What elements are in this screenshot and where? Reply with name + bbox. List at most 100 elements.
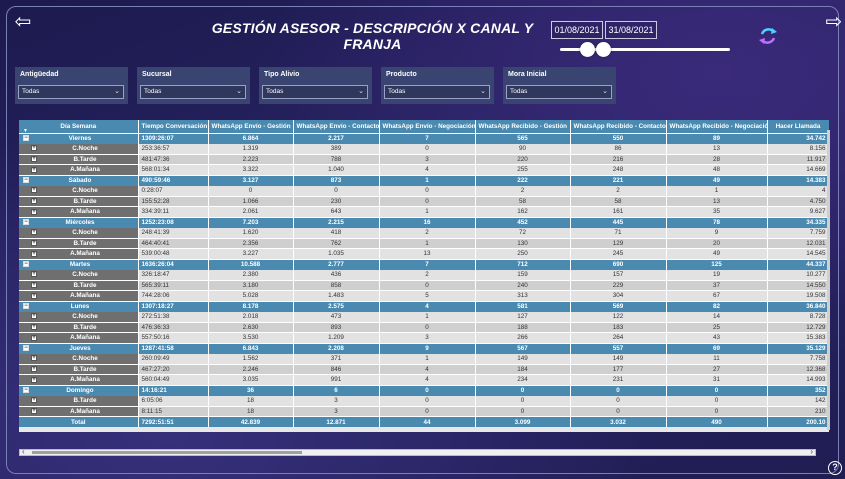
row-label[interactable]: + A.Mañana	[19, 332, 139, 344]
scroll-thumb[interactable]	[32, 451, 302, 454]
table-cell: 2.246	[208, 364, 294, 375]
back-arrow-icon[interactable]: ⇦	[12, 10, 34, 32]
table-cell: 188	[475, 322, 571, 333]
table-row-franja: + B.Tarde 155:52:28 1.066 230 0 58 58 13 4.750	[19, 196, 829, 207]
row-label[interactable]: + B.Tarde	[19, 280, 139, 291]
help-icon[interactable]: ?	[828, 461, 842, 475]
expand-icon[interactable]: +	[31, 145, 37, 152]
refresh-icon[interactable]	[757, 25, 779, 47]
expand-icon[interactable]: +	[31, 187, 37, 194]
row-label[interactable]: + B.Tarde	[19, 364, 139, 375]
table-cell: 1	[379, 206, 476, 218]
filter-mora-inicial-select[interactable]: Todas ⌄	[506, 85, 612, 99]
expand-icon[interactable]: +	[31, 208, 37, 215]
table-cell: 2.575	[293, 301, 380, 312]
table-cell: 272:51:38	[138, 311, 209, 323]
table-cell: 389	[293, 143, 380, 155]
row-label[interactable]: + B.Tarde	[19, 238, 139, 249]
matrix-table[interactable]: Día Semana ▼ Tiempo Conversación WhatsApp E…	[19, 120, 829, 432]
expand-icon[interactable]: +	[31, 324, 37, 331]
column-header[interactable]: WhatsApp Recibido - Negociación	[666, 120, 768, 134]
row-label[interactable]: + C.Noche	[19, 185, 139, 197]
column-header[interactable]: WhatsApp Envío - Gestión	[208, 120, 294, 134]
expand-icon[interactable]: +	[31, 166, 37, 173]
scroll-left-icon[interactable]: ‹	[22, 447, 25, 456]
column-header[interactable]: WhatsApp Envío - Negociación	[379, 120, 476, 134]
row-label[interactable]: + C.Noche	[19, 311, 139, 323]
table-cell: 8.156	[767, 143, 829, 155]
collapse-icon[interactable]: −	[23, 135, 29, 142]
expand-icon[interactable]: +	[31, 229, 37, 236]
table-cell: 28	[666, 154, 768, 165]
expand-icon[interactable]: +	[31, 376, 37, 383]
horizontal-scrollbar[interactable]: ‹ ›	[19, 447, 816, 456]
scroll-right-icon[interactable]: ›	[810, 447, 813, 456]
column-header[interactable]: Hacer Llamada	[767, 120, 829, 134]
row-label[interactable]: − Viernes	[19, 133, 139, 144]
date-slider-start-handle[interactable]	[580, 42, 595, 57]
vertical-scrollbar[interactable]	[827, 130, 830, 430]
row-label[interactable]: + A.Mañana	[19, 290, 139, 302]
table-cell: 557:50:16	[138, 332, 209, 344]
table-cell: 260:09:49	[138, 353, 209, 365]
sort-desc-icon[interactable]: ▼	[23, 128, 28, 132]
forward-arrow-icon[interactable]: ⇨	[823, 10, 845, 32]
filter-sucursal-select[interactable]: Todas ⌄	[140, 85, 246, 99]
expand-icon[interactable]: +	[31, 408, 37, 415]
row-label[interactable]: + B.Tarde	[19, 196, 139, 207]
date-slider-end-handle[interactable]	[596, 42, 611, 57]
expand-icon[interactable]: +	[31, 240, 37, 247]
collapse-icon[interactable]: −	[23, 219, 29, 226]
collapse-icon[interactable]: −	[23, 387, 29, 394]
row-label[interactable]: + A.Mañana	[19, 164, 139, 176]
row-label[interactable]: + B.Tarde	[19, 395, 139, 407]
row-label[interactable]: + B.Tarde	[19, 322, 139, 333]
expand-icon[interactable]: +	[31, 250, 37, 257]
filter-producto-select[interactable]: Todas ⌄	[384, 85, 490, 99]
collapse-icon[interactable]: −	[23, 177, 29, 184]
expand-icon[interactable]: +	[31, 313, 37, 320]
expand-icon[interactable]: +	[31, 355, 37, 362]
row-label[interactable]: + C.Noche	[19, 353, 139, 365]
row-label[interactable]: − Jueves	[19, 343, 139, 354]
table-row-franja: + A.Mañana 744:28:06 5.028 1.483 5 313 304 67 19.…	[19, 290, 829, 302]
table-cell: 5.028	[208, 290, 294, 302]
row-label[interactable]: + B.Tarde	[19, 154, 139, 165]
row-label[interactable]: + C.Noche	[19, 269, 139, 281]
row-label[interactable]: + A.Mañana	[19, 248, 139, 260]
expand-icon[interactable]: +	[31, 282, 37, 289]
row-label[interactable]: + A.Mañana	[19, 406, 139, 417]
collapse-icon[interactable]: −	[23, 345, 29, 352]
row-label[interactable]: + A.Mañana	[19, 374, 139, 386]
row-label[interactable]: − Lunes	[19, 301, 139, 312]
date-end-field[interactable]: 31/08/2021	[605, 21, 657, 39]
expand-icon[interactable]: +	[31, 366, 37, 373]
collapse-icon[interactable]: −	[23, 261, 29, 268]
filter-antiguedad-select[interactable]: Todas ⌄	[18, 85, 124, 99]
expand-icon[interactable]: +	[31, 334, 37, 341]
row-label[interactable]: + C.Noche	[19, 227, 139, 239]
row-label[interactable]: + C.Noche	[19, 143, 139, 155]
column-header-dia-semana[interactable]: Día Semana ▼	[19, 120, 139, 134]
filter-tipo-alivio-select[interactable]: Todas ⌄	[262, 85, 368, 99]
table-cell: 326:18:47	[138, 269, 209, 281]
column-header[interactable]: WhatsApp Envío - Contacto	[293, 120, 380, 134]
column-header[interactable]: Tiempo Conversación	[138, 120, 209, 134]
expand-icon[interactable]: +	[31, 271, 37, 278]
column-header[interactable]: WhatsApp Recibido - Gestión	[475, 120, 571, 134]
column-header[interactable]: WhatsApp Recibido - Contacto	[570, 120, 667, 134]
expand-icon[interactable]: +	[31, 156, 37, 163]
row-label[interactable]: + A.Mañana	[19, 206, 139, 218]
table-cell: 3	[293, 406, 380, 417]
row-label[interactable]: − Miércoles	[19, 217, 139, 228]
page-title: GESTIÓN ASESOR - DESCRIPCIÓN X CANAL Y F…	[211, 20, 534, 52]
expand-icon[interactable]: +	[31, 198, 37, 205]
date-start-field[interactable]: 01/08/2021	[551, 21, 603, 39]
table-cell: 2.777	[293, 259, 380, 270]
row-label[interactable]: − Sábado	[19, 175, 139, 186]
row-label[interactable]: − Martes	[19, 259, 139, 270]
row-label[interactable]: − Domingo	[19, 385, 139, 396]
expand-icon[interactable]: +	[31, 397, 37, 404]
collapse-icon[interactable]: −	[23, 303, 29, 310]
expand-icon[interactable]: +	[31, 292, 37, 299]
